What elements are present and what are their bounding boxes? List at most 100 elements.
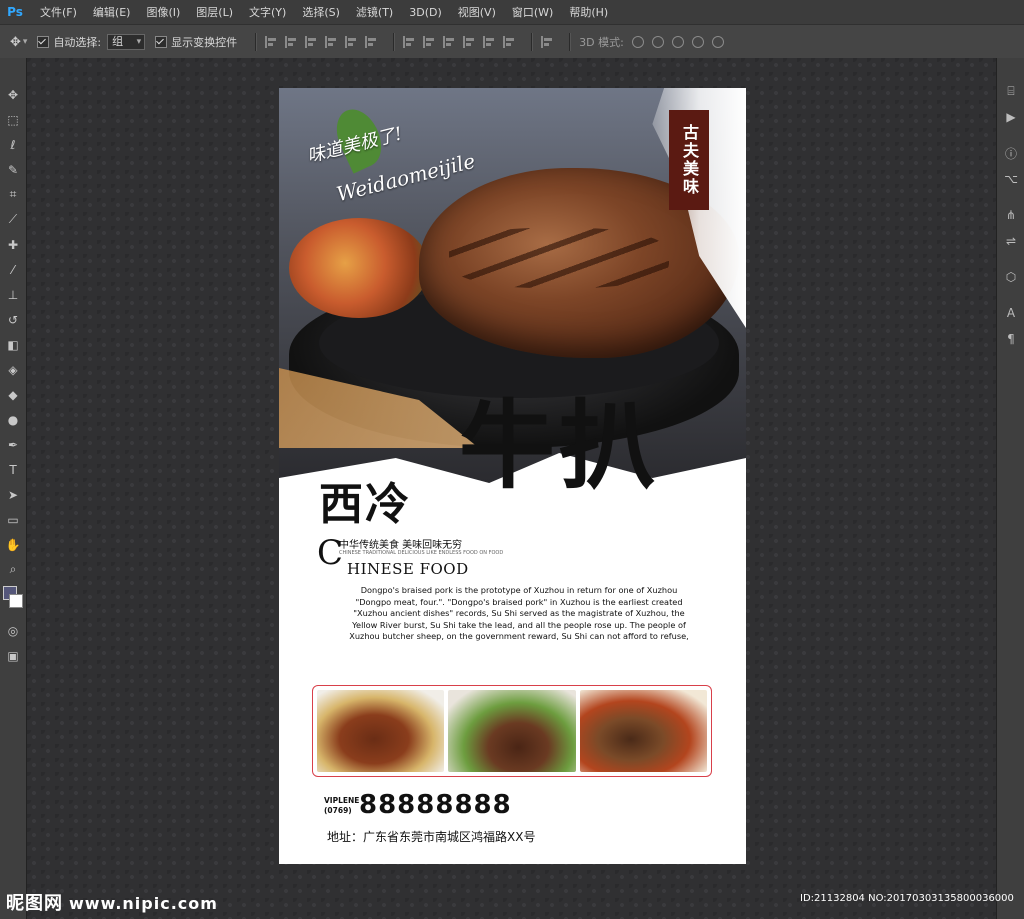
3d-panel-icon[interactable]: ⬡: [997, 264, 1024, 290]
lasso-tool-icon[interactable]: ℓ: [0, 132, 26, 157]
distribute-top-icon[interactable]: [403, 36, 415, 48]
chevron-down-icon: ▾: [22, 37, 28, 47]
auto-select-dropdown[interactable]: 组: [107, 34, 146, 50]
phone-label-area: (0769): [324, 806, 352, 815]
show-transform-checkbox[interactable]: [155, 36, 168, 48]
menu-edit[interactable]: 编辑(E): [85, 0, 139, 24]
align-left-icon[interactable]: [325, 36, 337, 48]
poster-title: 西冷 牛扒: [319, 398, 719, 548]
watermark-brand: 昵图网 www.nipic.com: [6, 889, 218, 915]
rectangle-tool-icon[interactable]: ▭: [0, 507, 26, 532]
align-top-icon[interactable]: [265, 36, 277, 48]
title-small: 西冷: [319, 479, 411, 530]
gallery-photo: [317, 690, 445, 772]
actions-play-icon[interactable]: ▶: [997, 104, 1024, 130]
character-panel-icon[interactable]: A: [997, 300, 1024, 326]
scale-3d-icon[interactable]: [711, 36, 724, 48]
eraser-tool-icon[interactable]: ◧: [0, 332, 26, 357]
show-transform-option[interactable]: 显示变换控件: [155, 34, 237, 50]
align-vcenter-icon[interactable]: [285, 36, 297, 48]
phone-label: VIPLENE (0769): [324, 796, 359, 816]
color-swatches[interactable]: [0, 582, 26, 618]
background-color-swatch[interactable]: [9, 594, 23, 608]
menu-image[interactable]: 图像(I): [138, 0, 188, 24]
quick-mask-icon[interactable]: ◎: [0, 618, 26, 643]
type-tool-icon[interactable]: T: [0, 457, 26, 482]
options-bar: ✥ ▾ 自动选择: 组 显示变换控件 3D 模式:: [0, 24, 1024, 60]
title-big: 牛扒: [459, 389, 659, 502]
auto-align-icon[interactable]: [541, 36, 553, 48]
auto-select-option[interactable]: 自动选择: 组: [37, 34, 146, 50]
document-canvas[interactable]: 味道美极了! Weidaomeijile 古夫美味 西冷 牛扒 C 中华传统美食…: [279, 88, 746, 864]
auto-select-checkbox[interactable]: [37, 36, 50, 48]
eyedropper-tool-icon[interactable]: ⟋: [0, 207, 26, 232]
menu-layer[interactable]: 图层(L): [188, 0, 241, 24]
watermark-brand-name: 昵图网: [6, 893, 63, 914]
distribute-vcenter-icon[interactable]: [423, 36, 435, 48]
show-transform-label: 显示变换控件: [171, 36, 238, 49]
menu-window[interactable]: 窗口(W): [504, 0, 561, 24]
distribute-right-icon[interactable]: [503, 36, 515, 48]
distribute-bottom-icon[interactable]: [443, 36, 455, 48]
menu-3d[interactable]: 3D(D): [401, 0, 450, 24]
clone-stamp-tool-icon[interactable]: ⊥: [0, 282, 26, 307]
food-gallery: [312, 685, 712, 777]
menu-type[interactable]: 文字(Y): [241, 0, 294, 24]
separator: [531, 33, 534, 51]
brush-tool-icon[interactable]: ⁄: [0, 257, 26, 282]
paragraph-panel-icon[interactable]: ¶: [997, 326, 1024, 352]
separator: [393, 33, 396, 51]
auto-select-label: 自动选择:: [53, 36, 102, 49]
marquee-tool-icon[interactable]: ⬚: [0, 107, 26, 132]
phone-label-brand: VIPLENE: [324, 796, 360, 805]
steak-grill-marks: [449, 228, 669, 288]
watermark-url: www.nipic.com: [69, 894, 218, 913]
gallery-photo: [448, 690, 576, 772]
paint-bucket-tool-icon[interactable]: ◈: [0, 357, 26, 382]
description-paragraph: Dongpo's braised pork is the prototype o…: [349, 585, 689, 641]
hand-tool-icon[interactable]: ✋: [0, 532, 26, 557]
menu-help[interactable]: 帮助(H): [561, 0, 616, 24]
garnish: [289, 218, 429, 318]
pen-tool-icon[interactable]: ✒: [0, 432, 26, 457]
roll-3d-icon[interactable]: [651, 36, 664, 48]
move-tool-icon[interactable]: ✥: [0, 82, 26, 107]
dodge-tool-icon[interactable]: ●: [0, 407, 26, 432]
menu-select[interactable]: 选择(S): [294, 0, 348, 24]
blur-tool-icon[interactable]: ◆: [0, 382, 26, 407]
brush-settings-icon[interactable]: ⋔: [997, 202, 1024, 228]
separator: [569, 33, 572, 51]
menu-view[interactable]: 视图(V): [450, 0, 504, 24]
move-tool-preset[interactable]: ✥ ▾: [10, 35, 27, 50]
distribute-hcenter-icon[interactable]: [483, 36, 495, 48]
history-brush-tool-icon[interactable]: ↺: [0, 307, 26, 332]
rotate-3d-icon[interactable]: [631, 36, 644, 48]
phone-number: 88888888: [359, 790, 512, 820]
crop-tool-icon[interactable]: ⌗: [0, 182, 26, 207]
align-bottom-icon[interactable]: [305, 36, 317, 48]
quick-select-tool-icon[interactable]: ✎: [0, 157, 26, 182]
mode3d-label: 3D 模式:: [579, 36, 624, 49]
align-right-icon[interactable]: [365, 36, 377, 48]
align-hcenter-icon[interactable]: [345, 36, 357, 48]
tagline: 中华传统美食 美味回味无穷: [339, 540, 463, 551]
info-panel-icon[interactable]: ⓘ: [997, 140, 1024, 166]
screen-mode-icon[interactable]: ▣: [0, 643, 26, 668]
menu-bar: Ps 文件(F) 编辑(E) 图像(I) 图层(L) 文字(Y) 选择(S) 滤…: [0, 0, 1024, 24]
paths-panel-icon[interactable]: ⌥: [997, 166, 1024, 192]
path-select-tool-icon[interactable]: ➤: [0, 482, 26, 507]
menu-file[interactable]: 文件(F): [32, 0, 85, 24]
zoom-tool-icon[interactable]: ⌕: [0, 557, 26, 582]
slide-3d-icon[interactable]: [691, 36, 704, 48]
distribute-left-icon[interactable]: [463, 36, 475, 48]
photoshop-logo-icon: Ps: [7, 5, 23, 19]
adjustments-icon[interactable]: ⇌: [997, 228, 1024, 254]
chinese-food-text: HINESE FOOD: [347, 560, 469, 578]
tools-panel: ✥ ⬚ ℓ ✎ ⌗ ⟋ ✚ ⁄ ⊥ ↺ ◧ ◈ ◆ ● ✒ T ➤ ▭ ✋ ⌕ …: [0, 58, 27, 919]
menu-filter[interactable]: 滤镜(T): [348, 0, 401, 24]
healing-brush-tool-icon[interactable]: ✚: [0, 232, 26, 257]
history-panel-icon[interactable]: ⌸: [997, 78, 1024, 104]
pan-3d-icon[interactable]: [671, 36, 684, 48]
address: 地址：广东省东莞市南城区鸿福路XX号: [327, 830, 536, 844]
seal-stamp: 古夫美味: [669, 110, 709, 210]
